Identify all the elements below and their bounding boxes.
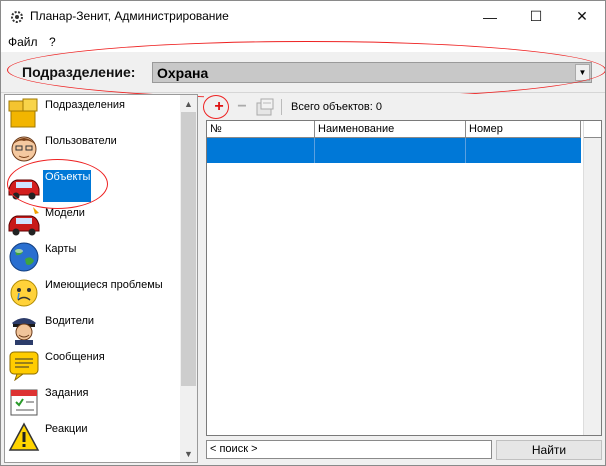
gear-app-icon bbox=[11, 11, 23, 23]
toolbar-separator bbox=[281, 99, 282, 115]
warning-icon bbox=[8, 422, 40, 451]
sidebar-item-messages[interactable]: Сообщения bbox=[5, 347, 181, 383]
sidebar-item-label: Пользователи bbox=[45, 135, 117, 147]
globe-icon bbox=[9, 242, 39, 272]
sidebar-item-users[interactable]: Пользователи bbox=[5, 131, 181, 167]
driver-icon bbox=[12, 318, 36, 345]
sidebar-item-label: Имеющиеся проблемы bbox=[45, 279, 163, 291]
sidebar-item-problems[interactable]: Имеющиеся проблемы bbox=[5, 275, 181, 311]
scroll-down-icon[interactable]: ▼ bbox=[180, 445, 197, 462]
sad-face-icon bbox=[10, 279, 38, 307]
menu-help[interactable]: ? bbox=[49, 35, 56, 49]
search-bar: < поиск > Найти bbox=[204, 439, 604, 461]
sidebar-item-tasks[interactable]: Задания bbox=[5, 383, 181, 419]
menu-bar: Файл ? bbox=[1, 32, 605, 52]
find-button[interactable]: Найти bbox=[496, 440, 602, 460]
department-value: Охрана bbox=[157, 65, 209, 81]
user-face-icon bbox=[11, 136, 37, 162]
remove-button[interactable]: − bbox=[231, 97, 253, 117]
table-header-corner bbox=[584, 121, 601, 138]
properties-icon[interactable] bbox=[254, 97, 276, 117]
minimize-button[interactable]: — bbox=[467, 1, 513, 32]
sidebar-item-label: Карты bbox=[45, 243, 77, 255]
sidebar-item-drivers[interactable]: Водители bbox=[5, 311, 181, 347]
sidebar-item-label: Модели bbox=[45, 207, 85, 219]
scrollbar-thumb[interactable] bbox=[181, 112, 196, 386]
chevron-down-icon[interactable]: ▼ bbox=[575, 64, 590, 81]
add-button[interactable]: + bbox=[208, 97, 230, 117]
column-header-plate[interactable]: Номер bbox=[466, 121, 581, 138]
sidebar-item-label: Сообщения bbox=[45, 351, 105, 363]
sidebar-item-objects[interactable]: Объекты bbox=[5, 167, 181, 203]
message-icon bbox=[9, 351, 39, 381]
close-button[interactable]: ✕ bbox=[559, 1, 605, 32]
sidebar-item-reactions[interactable]: Реакции bbox=[5, 419, 181, 455]
table-scrollbar[interactable] bbox=[583, 121, 601, 435]
scroll-up-icon[interactable]: ▲ bbox=[180, 95, 197, 112]
app-window: Планар-Зенит, Администрирование — ☐ ✕ Фа… bbox=[0, 0, 606, 466]
calendar-icon bbox=[10, 389, 38, 416]
sidebar-item-label: Задания bbox=[45, 387, 89, 399]
search-input[interactable]: < поиск > bbox=[206, 440, 492, 459]
main-panel: + − Всего объектов: 0 № Наименование Ном… bbox=[203, 94, 604, 463]
table-row[interactable] bbox=[207, 138, 581, 163]
menu-file[interactable]: Файл bbox=[8, 35, 38, 49]
maximize-button[interactable]: ☐ bbox=[513, 1, 559, 32]
column-header-name[interactable]: Наименование bbox=[315, 121, 466, 138]
cell-divider bbox=[314, 138, 315, 163]
objects-table: № Наименование Номер bbox=[206, 120, 602, 436]
department-bar: Подразделение: Охрана ▼ bbox=[1, 52, 605, 93]
sidebar-item-label: Подразделения bbox=[45, 99, 125, 111]
department-select[interactable]: Охрана ▼ bbox=[152, 62, 592, 83]
red-car-icon bbox=[8, 179, 40, 200]
sidebar-item-label: Реакции bbox=[45, 423, 88, 435]
sidebar-scrollbar[interactable]: ▲ ▼ bbox=[180, 95, 197, 462]
car-model-icon bbox=[8, 207, 40, 236]
title-bar: Планар-Зенит, Администрирование — ☐ ✕ bbox=[1, 1, 605, 32]
folders-icon bbox=[8, 98, 38, 128]
sidebar-item-label: Объекты bbox=[43, 170, 91, 202]
department-label: Подразделение: bbox=[22, 64, 136, 80]
toolbar: + − Всего объектов: 0 bbox=[204, 94, 604, 120]
cell-divider bbox=[465, 138, 466, 163]
sidebar: Подразделения Пользователи Объекты Модел… bbox=[4, 94, 198, 463]
sidebar-item-models[interactable]: Модели bbox=[5, 203, 181, 239]
sidebar-item-maps[interactable]: Карты bbox=[5, 239, 181, 275]
window-title: Планар-Зенит, Администрирование bbox=[30, 9, 229, 23]
sidebar-item-label: Водители bbox=[45, 315, 95, 327]
column-header-number[interactable]: № bbox=[207, 121, 315, 138]
sidebar-item-departments[interactable]: Подразделения bbox=[5, 95, 181, 131]
total-objects-label: Всего объектов: 0 bbox=[291, 101, 382, 113]
